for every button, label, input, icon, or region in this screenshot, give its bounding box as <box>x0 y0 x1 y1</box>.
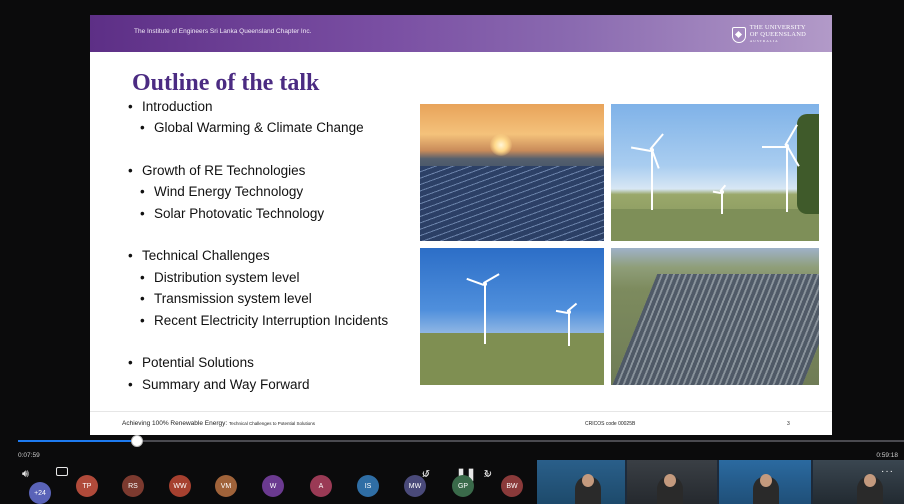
current-time: 0:07:59 <box>18 452 40 459</box>
logo-line-3: AUSTRALIA <box>749 39 779 43</box>
outline-subitem: Transmission system level <box>140 291 312 306</box>
video-thumbnail[interactable]: ··· <box>813 460 904 504</box>
logo-line-1: THE UNIVERSITY <box>749 24 806 31</box>
participant-avatar[interactable]: IS <box>357 475 379 497</box>
outline-item: Summary and Way Forward <box>128 377 310 392</box>
wind-turbines-photo <box>611 104 819 241</box>
outline-item: Introduction <box>128 99 213 114</box>
wind-turbine-shape <box>762 124 800 212</box>
solar-farm-sunset-photo <box>420 104 604 241</box>
outline-item: Potential Solutions <box>128 355 254 370</box>
footer-title-sub: Technical Challenges to Potential Soluti… <box>228 421 316 426</box>
participants-count-badge[interactable]: +24 <box>29 482 51 504</box>
outline-subitem: Global Warming & Climate Change <box>140 120 364 135</box>
participant-avatar[interactable]: RS <box>122 475 144 497</box>
solar-panels-shape <box>420 166 604 241</box>
progress-fill <box>18 440 137 442</box>
wind-turbine-shape <box>555 303 578 346</box>
more-options-icon[interactable]: ··· <box>881 466 894 477</box>
video-thumbnail[interactable] <box>627 460 717 504</box>
cricos-code: CRICOS code 00025B <box>585 421 636 427</box>
presentation-slide: The Institute of Engineers Sri Lanka Que… <box>90 15 832 435</box>
skip-back-label: 10 <box>422 473 428 479</box>
footer-title-main: Achieving 100% Renewable Energy: <box>122 420 228 427</box>
video-player: The Institute of Engineers Sri Lanka Que… <box>0 0 904 504</box>
university-logo: THE UNIVERSITY OF QUEENSLAND AUSTRALIA <box>731 24 806 45</box>
slide-page-number: 3 <box>787 421 790 427</box>
outline-subitem: Wind Energy Technology <box>140 184 303 199</box>
volume-icon[interactable]: 🔊︎ <box>22 468 29 481</box>
wind-turbine-shape <box>631 133 664 210</box>
wind-farm-hills-photo <box>420 248 604 385</box>
outline-subitem: Recent Electricity Interruption Incident… <box>140 313 388 328</box>
organization-name: The Institute of Engineers Sri Lanka Que… <box>134 28 312 35</box>
participant-avatar[interactable]: W <box>262 475 284 497</box>
progress-track[interactable] <box>18 440 904 442</box>
duration-time: 0:59:18 <box>876 452 898 459</box>
seek-handle[interactable] <box>131 435 143 447</box>
slide-header: The Institute of Engineers Sri Lanka Que… <box>90 15 832 52</box>
skip-back-icon[interactable]: ↺ 10 <box>418 469 434 480</box>
logo-line-2: OF QUEENSLAND <box>749 31 806 38</box>
outline-subitem: Solar Photovatic Technology <box>140 206 324 221</box>
video-thumbnail[interactable] <box>537 460 625 504</box>
skip-forward-icon[interactable]: ↻ 30 <box>480 469 496 480</box>
outline-item: Growth of RE Technologies <box>128 163 305 178</box>
slide-title: Outline of the talk <box>132 70 320 96</box>
slide-footer: Achieving 100% Renewable Energy: Technic… <box>90 411 832 435</box>
participant-avatar[interactable]: WW <box>169 475 191 497</box>
solar-field-shape <box>611 274 819 385</box>
video-thumbnail[interactable] <box>719 460 811 504</box>
skip-forward-label: 30 <box>484 473 490 479</box>
footer-title: Achieving 100% Renewable Energy: Technic… <box>122 420 315 427</box>
crest-icon <box>731 26 746 43</box>
solar-farm-aerial-photo <box>611 248 819 385</box>
participant-avatar[interactable]: VM <box>215 475 237 497</box>
wind-turbine-shape <box>712 184 727 214</box>
participant-avatar[interactable]: TP <box>76 475 98 497</box>
outline-item: Technical Challenges <box>128 248 270 263</box>
outline-subitem: Distribution system level <box>140 270 300 285</box>
participant-avatar[interactable]: A <box>310 475 332 497</box>
participant-avatar[interactable]: BW <box>501 475 523 497</box>
wind-turbine-shape <box>466 273 500 344</box>
participant-avatar[interactable]: GP <box>452 475 474 497</box>
captions-icon[interactable] <box>56 467 68 476</box>
sun-shape <box>490 134 512 156</box>
video-thumbnails-strip: ··· <box>537 460 904 504</box>
